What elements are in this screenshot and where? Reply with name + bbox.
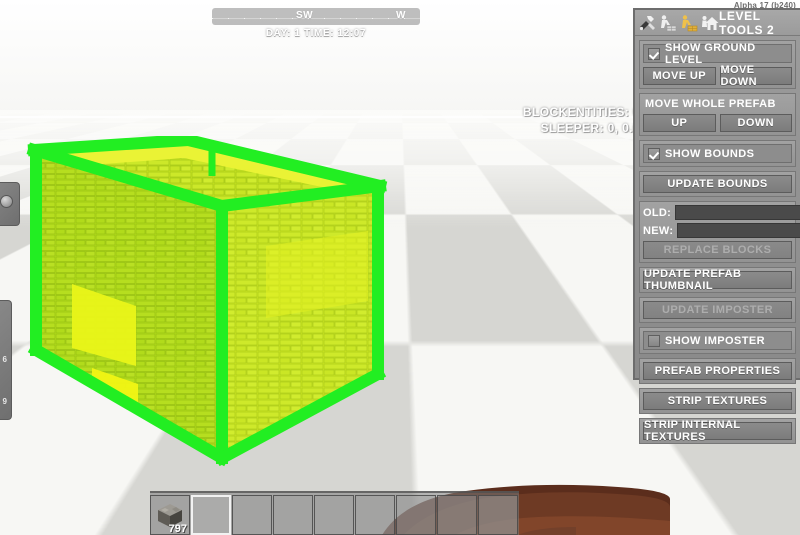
panel-header: LEVEL TOOLS 2 (635, 8, 800, 37)
new-block-row: NEW: (643, 223, 800, 238)
prefab-bounding-box[interactable] (16, 136, 396, 496)
update-prefab-thumbnail-button[interactable]: UPDATE PREFAB THUMBNAIL (643, 268, 792, 292)
update-bounds-group: UPDATE BOUNDS (639, 171, 796, 197)
game-screen: SW W DAY: 1 TIME: 12:07 BLOCKENTITIES: 0… (0, 0, 800, 535)
sleeper-stat: SLEEPER: 0, 0.0 (540, 121, 640, 135)
update-prefab-thumbnail-group: UPDATE PREFAB THUMBNAIL (639, 267, 796, 293)
show-bounds-group: SHOW BOUNDS (639, 140, 796, 167)
move-whole-prefab-buttons: UP DOWN (643, 114, 792, 132)
hotbar-slot-1[interactable] (191, 495, 231, 535)
show-ground-level-checkbox-row[interactable]: SHOW GROUND LEVEL (643, 41, 792, 66)
move-up-button[interactable]: MOVE UP (643, 67, 716, 85)
strip-internal-textures-button[interactable]: STRIP INTERNAL TEXTURES (643, 419, 792, 443)
wrench-tool-icon[interactable] (638, 14, 656, 32)
show-imposter-label: SHOW IMPOSTER (665, 334, 765, 347)
replace-blocks-button[interactable]: REPLACE BLOCKS (643, 241, 792, 259)
strip-textures-button[interactable]: STRIP TEXTURES (643, 392, 792, 410)
edge-mid-row-1: 9 (2, 397, 7, 406)
compass-label-sw: SW (296, 10, 314, 21)
hotbar-slot-7[interactable] (437, 495, 477, 535)
panel-title: LEVEL TOOLS 2 (719, 8, 775, 37)
new-block-label: NEW: (643, 224, 674, 237)
strip-internal-textures-group: STRIP INTERNAL TEXTURES (639, 418, 796, 444)
hotbar-slot-4[interactable] (314, 495, 354, 535)
prefab-up-button[interactable]: UP (643, 114, 716, 132)
update-imposter-button[interactable]: UPDATE IMPOSTER (643, 301, 792, 319)
move-whole-prefab-label: MOVE WHOLE PREFAB (645, 98, 776, 110)
hotbar-slot-0[interactable]: 797 (150, 495, 190, 535)
left-edge-panel-top[interactable]: Fo (0, 182, 20, 226)
compass-bar: SW W (212, 8, 420, 25)
builder-block-active-icon[interactable] (680, 14, 698, 32)
old-block-input[interactable] (675, 205, 800, 220)
show-imposter-checkbox[interactable] (648, 334, 660, 347)
builder-block-icon[interactable] (659, 14, 677, 32)
prefab-properties-button[interactable]: PREFAB PROPERTIES (643, 362, 792, 380)
compass-ticks (212, 18, 420, 19)
strip-textures-group: STRIP TEXTURES (639, 388, 796, 414)
old-block-label: OLD: (643, 206, 672, 219)
prefab-properties-group: PREFAB PROPERTIES (639, 358, 796, 384)
move-whole-prefab-group: MOVE WHOLE PREFAB UP DOWN (639, 93, 796, 136)
show-ground-level-checkbox[interactable] (648, 47, 660, 60)
hotbar-slot-5[interactable] (355, 495, 395, 535)
day-time-readout: DAY: 1 TIME: 12:07 (265, 28, 367, 39)
show-bounds-label: SHOW BOUNDS (665, 147, 755, 160)
prefab-down-button[interactable]: DOWN (719, 114, 792, 132)
new-block-input[interactable] (677, 223, 800, 238)
show-ground-level-label: SHOW GROUND LEVEL (665, 41, 756, 66)
replace-blocks-group: OLD: NEW: REPLACE BLOCKS (639, 201, 800, 263)
level-tools-panel[interactable]: LEVEL TOOLS 2 SHOW GROUND LEVEL MOVE UP … (633, 8, 800, 444)
hotbar-slot-3[interactable] (273, 495, 313, 535)
show-bounds-checkbox-row[interactable]: SHOW BOUNDS (643, 144, 792, 163)
toggle-knob-icon[interactable] (0, 195, 13, 208)
edge-mid-row-0: 6 (2, 355, 7, 364)
panel-icon-group[interactable] (638, 14, 719, 32)
hotbar-slot-2[interactable] (232, 495, 272, 535)
compass-label-w: W (396, 10, 406, 21)
left-edge-panel-mid[interactable]: 6 9 (0, 300, 12, 420)
hotbar[interactable]: 797 (150, 491, 519, 535)
hotbar-slot-8[interactable] (478, 495, 518, 535)
ground-level-buttons: MOVE UP MOVE DOWN (643, 64, 792, 88)
show-imposter-group: SHOW IMPOSTER (639, 327, 796, 354)
show-imposter-checkbox-row[interactable]: SHOW IMPOSTER (643, 331, 792, 350)
debug-stats-overlay: BLOCKENTITIES: 0 SLEEPER: 0, 0.0 (523, 104, 640, 136)
hotbar-slot-6[interactable] (396, 495, 436, 535)
hotbar-slot-0-count: 797 (168, 523, 187, 535)
show-bounds-checkbox[interactable] (648, 147, 660, 160)
compass: SW W DAY: 1 TIME: 12:07 (212, 8, 420, 39)
update-bounds-button[interactable]: UPDATE BOUNDS (643, 175, 792, 193)
ground-level-group: SHOW GROUND LEVEL MOVE UP MOVE DOWN (639, 40, 796, 89)
old-block-row: OLD: (643, 205, 800, 220)
update-imposter-group: UPDATE IMPOSTER (639, 297, 796, 323)
house-icon[interactable] (701, 14, 719, 32)
move-down-button[interactable]: MOVE DOWN (719, 64, 792, 88)
blockentities-stat: BLOCKENTITIES: 0 (522, 105, 640, 119)
